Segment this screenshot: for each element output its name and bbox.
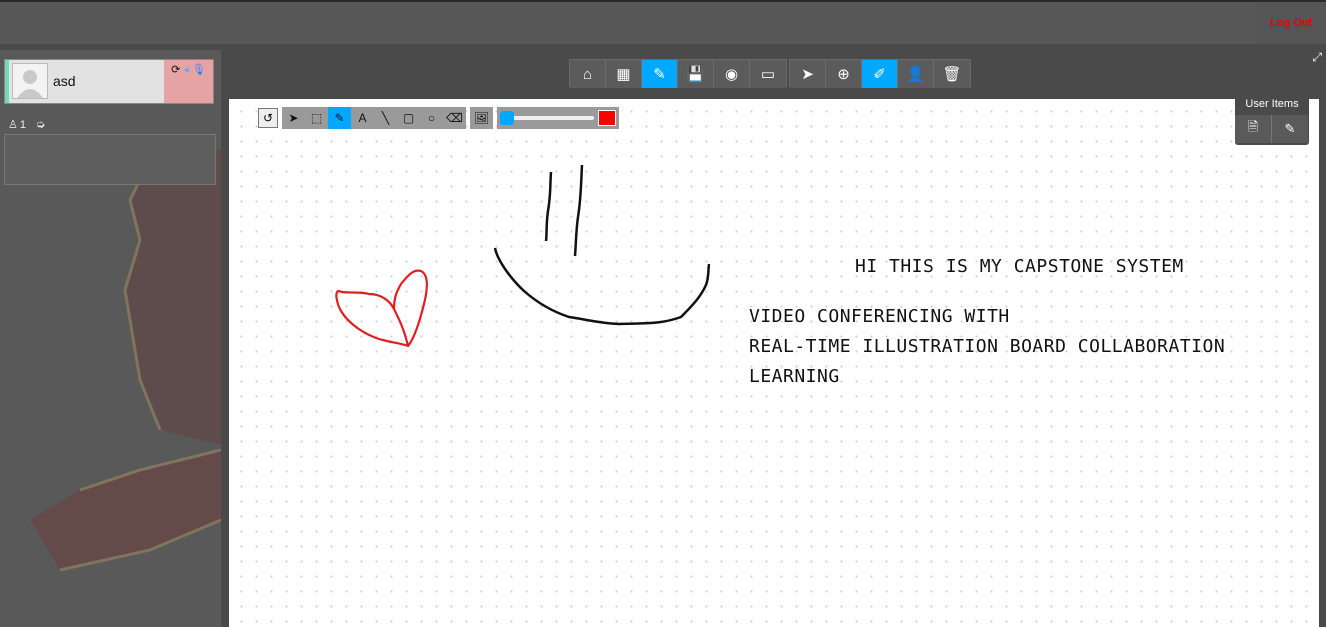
top-bar: Log Out (0, 0, 1326, 44)
edit-button[interactable]: ✎ (642, 60, 678, 88)
whiteboard[interactable]: ↺ ➤ ⬚ ✎ A ╲ ▢ ○ ⌫ 🖼 HI THIS IS MY CAPSTONE SYST… (229, 99, 1319, 627)
disc-button[interactable]: ◉ (714, 60, 750, 88)
zoom-icon: ⊕ (837, 66, 850, 83)
annotate-button[interactable]: ✐ (862, 60, 898, 88)
toolbar-group-primary: ⌂ ▦ ✎ 💾 ◉ ▭ (569, 59, 787, 88)
monitor-button[interactable]: ▭ (750, 60, 786, 88)
home-icon: ⌂ (582, 65, 593, 83)
eye-stroke-right (573, 164, 584, 257)
participant-name: asd (53, 73, 76, 89)
home-button[interactable]: ⌂ (570, 60, 606, 88)
main-toolbar: ⌂ ▦ ✎ 💾 ◉ ▭ ➤ ⊕ ✐ 👤 🗑 (569, 59, 973, 88)
disc-icon: ◉ (724, 66, 739, 83)
logout-button[interactable]: Log Out (1256, 2, 1326, 44)
toolbar-group-board: ➤ ⊕ ✐ 👤 🗑 (789, 59, 971, 88)
participant-count: 1 (19, 118, 26, 131)
participants-panel: asd ⟳ ◂ 🎙 ♙ 1 ➭ (0, 50, 221, 627)
board-text-line-4: LEARNING (749, 366, 840, 387)
trash-icon: 🗑 (942, 66, 962, 83)
save-icon: 💾 (686, 66, 705, 83)
zoom-button[interactable]: ⊕ (826, 60, 862, 88)
board-text-line-1: HI THIS IS MY CAPSTONE SYSTEM (855, 256, 1184, 277)
grid-icon: ▦ (616, 66, 631, 83)
annotate-icon: ✐ (873, 66, 886, 83)
speaker-icon[interactable]: ◂ (183, 64, 189, 103)
monitor-icon: ▭ (760, 66, 776, 83)
eye-stroke-left (544, 171, 553, 242)
status-strip (5, 60, 9, 103)
chat-box[interactable] (4, 134, 216, 185)
microphone-icon[interactable]: 🎙 (192, 64, 206, 103)
user-items-title: User Items (1245, 98, 1299, 110)
refresh-icon[interactable]: ⟳ (171, 64, 180, 103)
save-button[interactable]: 💾 (678, 60, 714, 88)
avatar (12, 63, 48, 99)
heart-sketch (335, 269, 428, 348)
add-user-icon: 👤 (906, 66, 925, 83)
board-text-line-2: VIDEO CONFERENCING WITH (749, 306, 1010, 327)
pointer-icon: ➤ (801, 66, 814, 83)
edit-note-icon[interactable]: ✎ (1272, 115, 1308, 143)
user-items-panel: User Items 🗎 ✎ (1235, 95, 1309, 145)
add-user-button[interactable]: 👤 (898, 60, 934, 88)
pointer-button[interactable]: ➤ (790, 60, 826, 88)
edit-icon: ✎ (653, 66, 666, 83)
trash-button[interactable]: 🗑 (934, 60, 970, 88)
smile-stroke (493, 247, 711, 326)
participant-card[interactable]: asd ⟳ ◂ 🎙 (4, 59, 214, 104)
person-icon: ♙ (8, 119, 18, 131)
board-text-line-3: REAL-TIME ILLUSTRATION BOARD COLLABORATI… (749, 336, 1226, 357)
document-icon[interactable]: 🗎 (1235, 115, 1272, 143)
exit-icon[interactable]: ➭ (36, 118, 45, 131)
drawing-canvas (335, 164, 711, 348)
participant-controls: ⟳ ◂ 🎙 (164, 60, 213, 103)
grid-button[interactable]: ▦ (606, 60, 642, 88)
participant-count-row: ♙ 1 ➭ (8, 118, 45, 132)
fullscreen-icon[interactable]: ⤢ (1312, 50, 1322, 65)
default-avatar-icon (17, 70, 43, 98)
